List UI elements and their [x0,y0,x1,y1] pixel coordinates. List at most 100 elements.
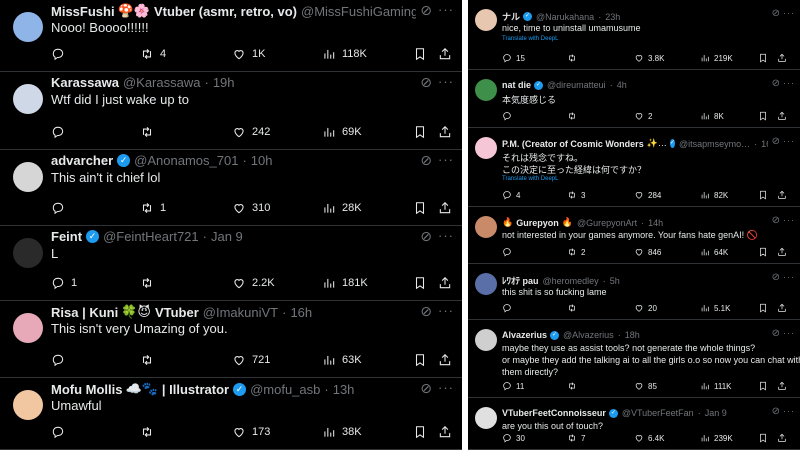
author-handle[interactable]: @FeintHeart721 [103,229,199,244]
author-name[interactable]: Feint [51,229,82,244]
timestamp[interactable]: 16h [290,305,312,320]
author-name[interactable]: Alvazerius [502,330,547,340]
author-name-suffix[interactable]: VTuber [155,305,199,320]
reply-button[interactable] [502,303,516,313]
like-button[interactable]: 20 [634,303,657,313]
views-button[interactable]: 82K [700,190,728,200]
grok-icon[interactable]: ⊘ [420,228,432,245]
avatar[interactable] [475,273,497,295]
more-icon[interactable]: ··· [783,8,795,18]
avatar[interactable] [475,137,497,159]
repost-button[interactable]: 1 [140,201,166,215]
repost-button[interactable] [567,303,581,313]
bookmark-button[interactable] [758,111,768,121]
tweet[interactable]: P.M. (Creator of Cosmic Wonders ✨… ✓ @itsap… [468,128,800,207]
grok-icon[interactable]: ⊘ [772,136,780,147]
avatar[interactable] [13,162,43,192]
tweet[interactable]: Risa | Kuni 🍀😈 VTuber @ImakuniVT · 16h ⊘ ··· Thi… [0,301,462,378]
author-handle[interactable]: @heromedley [543,276,599,286]
reply-button[interactable]: 15 [502,53,525,63]
author-name[interactable]: ﾚﾜｵﾃ pau [502,274,539,287]
views-button[interactable]: 181K [322,276,368,290]
grok-icon[interactable]: ⊘ [772,328,780,339]
like-button[interactable]: 846 [634,247,661,257]
bookmark-button[interactable] [413,47,427,61]
share-button[interactable] [777,190,787,200]
author-name[interactable]: ナル [502,10,520,23]
timestamp[interactable]: Jan 9 [705,408,727,418]
timestamp[interactable]: 14h [648,218,663,228]
author-handle[interactable]: @mofu_asb [250,382,320,397]
tweet[interactable]: advarcher ✓ @Anonamos_701 · 10h ⊘ ··· This ain'… [0,150,462,226]
timestamp[interactable]: Jan 9 [211,229,243,244]
avatar[interactable] [13,84,43,114]
reply-button[interactable]: 11 [502,381,524,391]
reply-button[interactable]: 4 [502,190,520,200]
more-icon[interactable]: ··· [438,74,454,89]
author-handle[interactable]: @direumatteui [547,80,606,90]
repost-button[interactable] [567,53,581,63]
reply-button[interactable] [51,47,71,61]
like-button[interactable]: 2 [634,111,652,121]
author-handle[interactable]: @Alvazerius [563,330,614,340]
grok-icon[interactable]: ⊘ [772,272,780,283]
author-handle[interactable]: @VTuberFeetFan [622,408,694,418]
avatar[interactable] [13,238,43,268]
author-handle[interactable]: @Narukahana [536,12,594,22]
avatar[interactable] [475,79,497,101]
grok-icon[interactable]: ⊘ [772,8,780,19]
grok-icon[interactable]: ⊘ [420,2,432,19]
avatar[interactable] [475,216,497,238]
views-button[interactable]: 5.1K [700,303,730,313]
repost-button[interactable]: 7 [567,433,585,443]
reply-button[interactable] [51,125,71,139]
grok-icon[interactable]: ⊘ [772,215,780,226]
reply-button[interactable] [502,111,516,121]
timestamp[interactable]: 13h [333,382,355,397]
share-button[interactable] [438,276,452,290]
views-button[interactable]: 69K [322,125,362,139]
bookmark-button[interactable] [413,353,427,367]
author-handle[interactable]: @MissFushiGaming [301,4,416,19]
author-name[interactable]: Karassawa [51,75,119,90]
tweet[interactable]: ﾚﾜｵﾃ pau @heromedley · 5h ⊘ ··· this shit is s… [468,264,800,320]
author-name-suffix[interactable]: | Illustrator [162,382,229,397]
repost-button[interactable] [140,125,160,139]
share-button[interactable] [438,425,452,439]
tweet[interactable]: ナル ✓ @Narukahana · 23h ⊘ ··· nice, time to unin… [468,0,800,70]
timestamp[interactable]: 19h [213,75,235,90]
like-button[interactable]: 242 [232,125,270,139]
reply-button[interactable] [51,353,71,367]
repost-button[interactable] [567,381,581,391]
like-button[interactable]: 2.2K [232,276,275,290]
repost-button[interactable] [567,111,581,121]
avatar[interactable] [13,313,43,343]
like-button[interactable]: 721 [232,353,270,367]
repost-button[interactable]: 2 [567,247,585,257]
bookmark-button[interactable] [758,303,768,313]
views-button[interactable]: 239K [700,433,733,443]
share-button[interactable] [777,111,787,121]
bookmark-button[interactable] [758,53,768,63]
more-icon[interactable]: ··· [783,406,795,416]
timestamp[interactable]: 16h [761,139,768,149]
repost-button[interactable] [140,276,160,290]
avatar[interactable] [475,407,497,429]
bookmark-button[interactable] [413,276,427,290]
tweet[interactable]: nat die ✓ @direumatteui · 4h ⊘ ··· 本気度感じる 2 8K [468,70,800,128]
bookmark-button[interactable] [413,425,427,439]
like-button[interactable]: 85 [634,381,657,391]
more-icon[interactable]: ··· [438,380,454,395]
repost-button[interactable]: 3 [567,190,585,200]
more-icon[interactable]: ··· [438,228,454,243]
avatar[interactable] [475,9,497,31]
views-button[interactable]: 219K [700,53,733,63]
avatar[interactable] [13,12,43,42]
timestamp[interactable]: 23h [605,12,620,22]
avatar[interactable] [475,329,497,351]
author-name-suffix[interactable]: Vtuber (asmr, retro, vo) [154,4,297,19]
share-button[interactable] [438,47,452,61]
author-handle[interactable]: @itsapmseymo… [679,139,750,149]
tweet[interactable]: Alvazerius ✓ @Alvazerius · 18h ⊘ ··· maybe they… [468,320,800,398]
more-icon[interactable]: ··· [783,328,795,338]
